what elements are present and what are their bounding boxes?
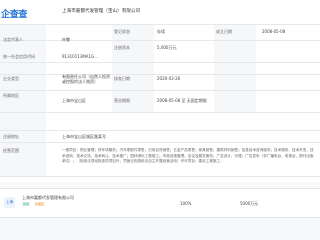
scope-text: 一般项目：物业管理；停车场服务；汽车零配件零售；日用百货销售；五金产品零售；家具…	[62, 148, 314, 164]
row-divider	[0, 24, 320, 25]
credit-code-label: 统一社会信用代码	[3, 54, 35, 59]
shareholder-role-badge: 大股东	[34, 202, 46, 206]
reg-capital-value: 5,000万元	[157, 45, 177, 50]
address-value: 上海市宝山区城区路某号	[62, 134, 106, 139]
approval-label: 核准日期	[114, 76, 130, 81]
address-label: 注册地址	[3, 134, 19, 139]
row-divider	[0, 90, 320, 91]
shareholder-amount: 5000万元	[240, 201, 259, 206]
legal-rep-label: 法定代表人	[3, 37, 23, 42]
reg-status-value: 存续	[157, 29, 165, 34]
legal-rep-value[interactable]: 叶敬	[62, 37, 70, 43]
shareholder-avatar: 上海	[4, 197, 15, 208]
row-divider	[0, 40, 320, 41]
scope-label: 经营范围	[3, 148, 19, 153]
region-label: 所属地区	[3, 93, 19, 98]
approval-value: 2020-03-26	[157, 76, 181, 81]
company-name[interactable]: 上海市嘉都代发管理（宝山）有限公司	[62, 8, 140, 14]
reg-capital-label: 注册资本	[114, 45, 130, 50]
established-value: 2008-05-08	[262, 29, 286, 34]
business-term-label: 营业期限	[114, 98, 130, 103]
row-divider	[0, 176, 320, 177]
credit-code-value: 91310113MA1G...	[62, 54, 99, 59]
row-divider	[0, 142, 320, 143]
row-divider	[0, 74, 320, 75]
row-divider	[0, 112, 320, 113]
logo: 企查查	[1, 10, 28, 20]
established-label: 成立日期	[216, 29, 232, 34]
row-divider	[0, 130, 320, 131]
company-type-label: 企业类型	[3, 76, 19, 81]
reg-status-label: 登记状态	[114, 29, 130, 34]
company-type-value: 有限责任公司（自然人投资或控股的法人独资）	[62, 74, 110, 84]
label-column-3	[214, 24, 256, 112]
row-divider	[0, 62, 320, 63]
shareholder-status-badge: 存续	[22, 202, 31, 206]
header-bar: 企查查 上海市嘉都代发管理（宝山）有限公司	[0, 0, 320, 27]
shareholder-name[interactable]: 上海市嘉都代发管理有限公司	[22, 195, 74, 201]
business-term-value: 2008-05-08 至 无固定期限	[157, 98, 207, 103]
region-value: 上海市宝山区	[62, 98, 86, 103]
shareholder-percent: 100%	[180, 201, 192, 206]
shareholder-card[interactable]: 上海 上海市嘉都代发管理有限公司 存续 大股东 100% 5000万元	[0, 188, 320, 218]
